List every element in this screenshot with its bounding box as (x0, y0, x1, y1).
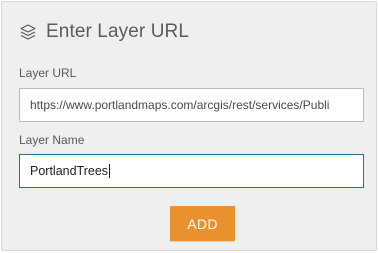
layer-name-value: PortlandTrees (30, 164, 109, 178)
panel-title: Enter Layer URL (46, 21, 190, 42)
layer-name-input[interactable]: PortlandTrees (19, 154, 364, 188)
layers-icon (19, 23, 37, 41)
panel-header: Enter Layer URL (19, 20, 189, 44)
add-button[interactable]: ADD (170, 206, 235, 241)
layer-url-input[interactable]: https://www.portlandmaps.com/arcgis/rest… (19, 88, 364, 122)
text-caret (109, 164, 111, 178)
layer-name-label: Layer Name (19, 133, 85, 147)
layer-url-value: https://www.portlandmaps.com/arcgis/rest… (30, 98, 330, 112)
enter-layer-url-panel: Enter Layer URL Layer URL https://www.po… (1, 1, 377, 251)
layer-url-label: Layer URL (19, 66, 77, 80)
